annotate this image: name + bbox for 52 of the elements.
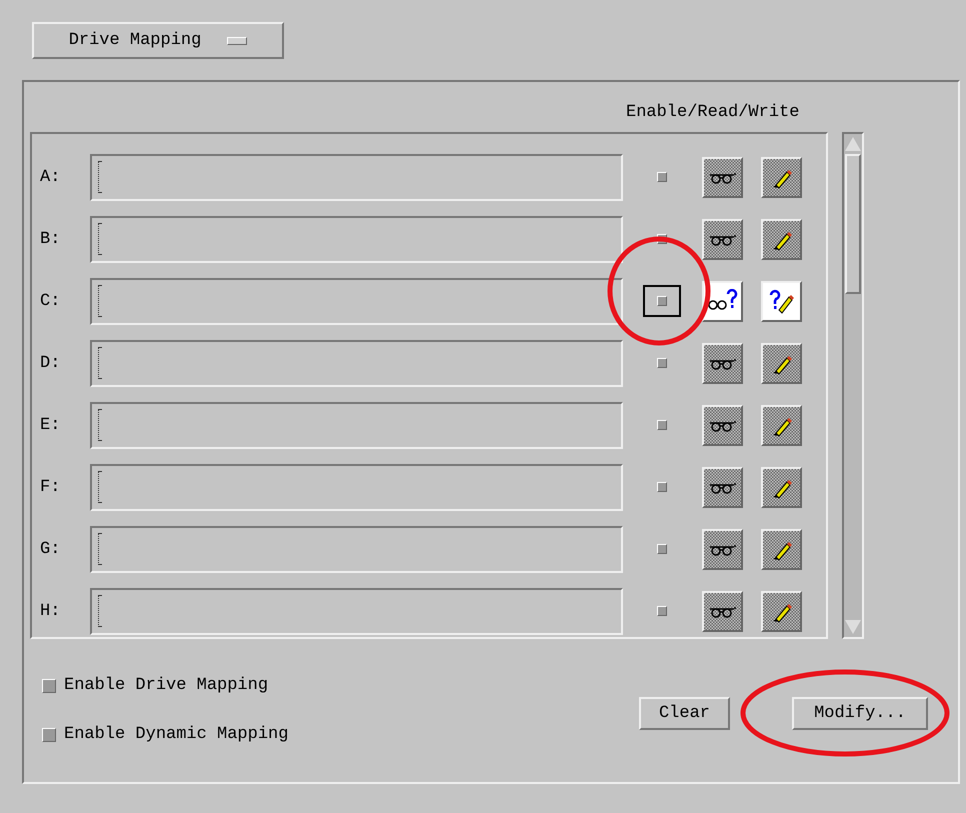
text-cursor-icon bbox=[98, 285, 102, 317]
drive-label: E: bbox=[39, 416, 62, 434]
drive-label: C: bbox=[39, 292, 62, 310]
drive-path-field[interactable] bbox=[90, 588, 623, 634]
text-cursor-icon bbox=[98, 347, 102, 379]
write-toggle-button[interactable] bbox=[761, 466, 802, 508]
drive-path-field[interactable] bbox=[90, 154, 623, 200]
text-cursor-icon bbox=[98, 161, 102, 193]
dropdown-indicator-icon bbox=[227, 36, 248, 44]
read-toggle-button[interactable] bbox=[702, 466, 743, 508]
write-toggle-button[interactable] bbox=[761, 218, 802, 260]
write-toggle-button[interactable] bbox=[761, 342, 802, 384]
drive-label: B: bbox=[39, 230, 62, 248]
text-cursor-icon bbox=[98, 595, 102, 627]
drive-path-field[interactable] bbox=[90, 402, 623, 448]
drive-path-field[interactable] bbox=[90, 526, 623, 572]
drive-path-field[interactable] bbox=[90, 464, 623, 510]
drive-label: F: bbox=[39, 478, 62, 496]
text-cursor-icon bbox=[98, 223, 102, 255]
option-checkbox[interactable] bbox=[42, 728, 56, 742]
pencil-question-icon bbox=[768, 288, 796, 314]
drive-label: A: bbox=[39, 168, 62, 186]
action-button[interactable]: Clear bbox=[638, 697, 730, 730]
write-toggle-button[interactable] bbox=[761, 280, 802, 322]
drive-label: D: bbox=[39, 354, 62, 372]
drive-label: H: bbox=[39, 602, 62, 620]
read-toggle-button[interactable] bbox=[702, 528, 743, 570]
write-toggle-button[interactable] bbox=[761, 528, 802, 570]
write-toggle-button[interactable] bbox=[761, 590, 802, 632]
action-button[interactable]: Modify... bbox=[792, 697, 928, 730]
text-cursor-icon bbox=[98, 471, 102, 503]
drive-path-field[interactable] bbox=[90, 278, 623, 324]
option-label: Enable Dynamic Mapping bbox=[64, 724, 288, 746]
option-label: Enable Drive Mapping bbox=[64, 675, 268, 697]
scroll-thumb[interactable] bbox=[845, 154, 861, 294]
read-toggle-button[interactable] bbox=[702, 404, 743, 446]
read-toggle-button[interactable] bbox=[702, 590, 743, 632]
enable-checkbox[interactable] bbox=[643, 285, 681, 317]
text-cursor-icon bbox=[98, 409, 102, 441]
read-toggle-button[interactable] bbox=[702, 342, 743, 384]
write-toggle-button[interactable] bbox=[761, 404, 802, 446]
write-toggle-button[interactable] bbox=[761, 156, 802, 198]
option-checkbox[interactable] bbox=[42, 679, 56, 693]
drive-path-field[interactable] bbox=[90, 216, 623, 262]
column-heading: Enable/Read/Write bbox=[626, 103, 800, 123]
read-toggle-button[interactable] bbox=[702, 218, 743, 260]
drive-label: G: bbox=[39, 540, 62, 558]
text-cursor-icon bbox=[98, 533, 102, 565]
read-toggle-button[interactable] bbox=[702, 156, 743, 198]
vertical-scrollbar[interactable] bbox=[842, 132, 864, 639]
drive-mapping-dropdown[interactable]: Drive Mapping bbox=[32, 22, 284, 59]
drive-path-field[interactable] bbox=[90, 340, 623, 386]
